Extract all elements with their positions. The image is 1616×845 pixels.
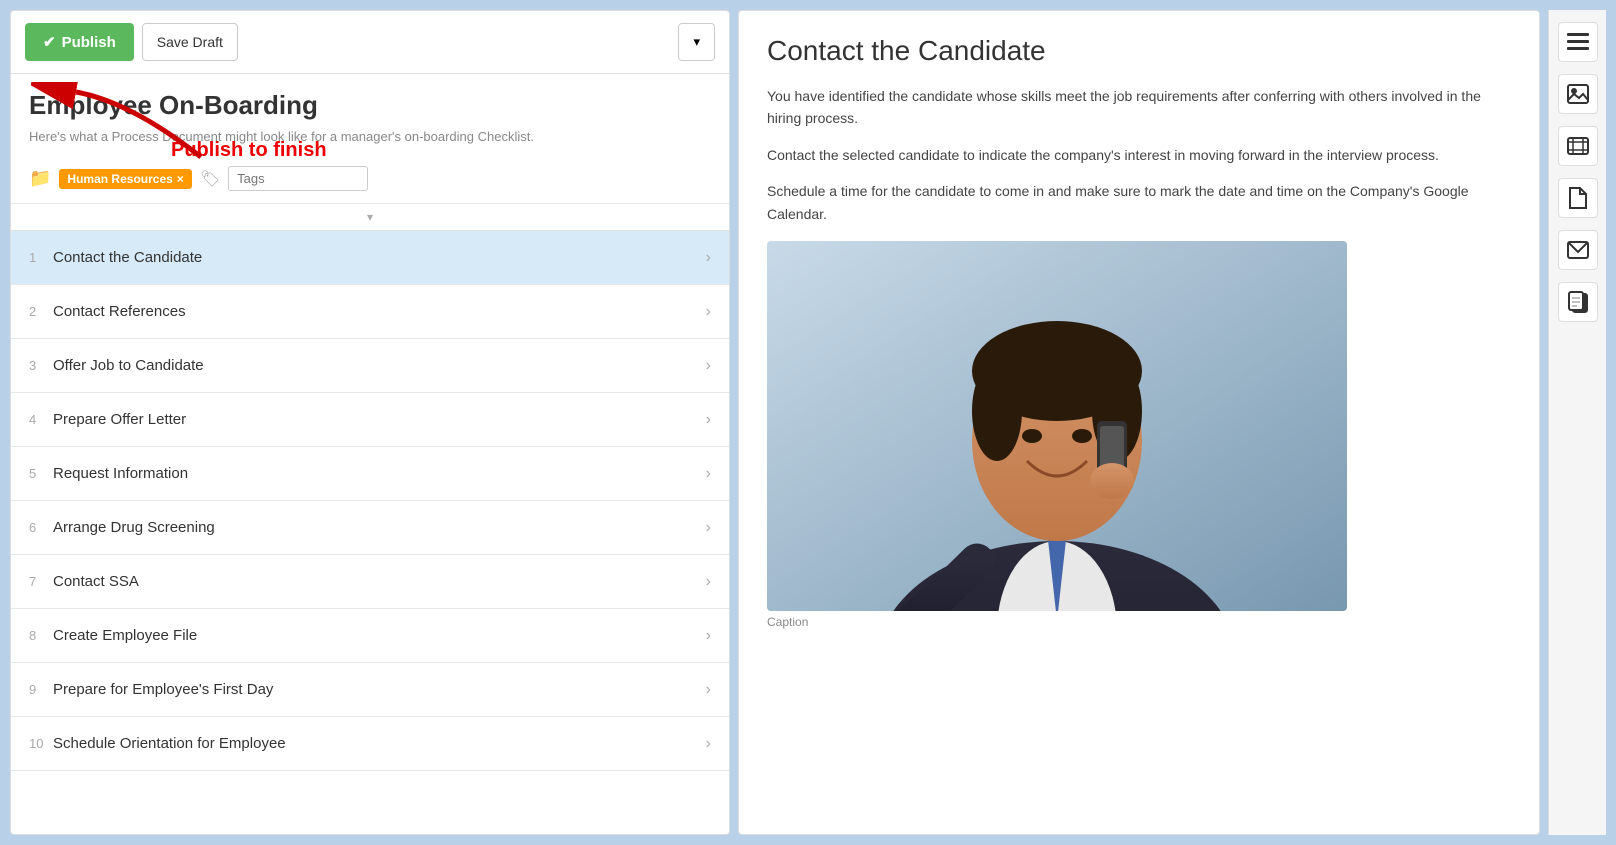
chevron-right-icon: › — [706, 249, 711, 267]
tags-input[interactable] — [228, 166, 368, 191]
item-number: 6 — [29, 520, 53, 535]
item-number: 5 — [29, 466, 53, 481]
content-image — [767, 241, 1347, 611]
item-label: Prepare for Employee's First Day — [53, 681, 706, 698]
content-paragraph: Contact the selected candidate to indica… — [767, 144, 1511, 166]
checkmark-icon: ✔ — [43, 33, 56, 51]
chevron-right-icon: › — [706, 627, 711, 645]
main-container: ✔ Publish Save Draft ▾ Employee On-Board… — [0, 0, 1616, 845]
content-paragraph: You have identified the candidate whose … — [767, 85, 1511, 130]
right-sidebar — [1548, 10, 1606, 835]
tag-label: Human Resources — [67, 172, 172, 186]
file-icon — [1569, 187, 1587, 209]
item-label: Prepare Offer Letter — [53, 411, 706, 428]
dropdown-button[interactable]: ▾ — [678, 23, 715, 61]
chevron-down-icon: ▾ — [693, 34, 700, 49]
item-number: 9 — [29, 682, 53, 697]
chevron-right-icon: › — [706, 465, 711, 483]
content-title: Contact the Candidate — [767, 35, 1511, 67]
doc-subtitle: Here's what a Process Document might loo… — [29, 129, 711, 144]
save-draft-label: Save Draft — [157, 34, 223, 50]
collapse-bar[interactable]: ▾ — [11, 203, 729, 230]
person-image-svg — [767, 241, 1347, 611]
checklist-item[interactable]: 2 Contact References › — [11, 285, 729, 339]
item-number: 4 — [29, 412, 53, 427]
checklist-item[interactable]: 10 Schedule Orientation for Employee › — [11, 717, 729, 771]
toolbar: ✔ Publish Save Draft ▾ — [11, 11, 729, 74]
image-icon-button[interactable] — [1558, 74, 1598, 114]
video-icon-button[interactable] — [1558, 126, 1598, 166]
item-label: Contact References — [53, 303, 706, 320]
item-label: Contact the Candidate — [53, 249, 706, 266]
image-caption: Caption — [767, 615, 1511, 629]
tag-remove-button[interactable]: × — [177, 172, 184, 186]
checklist-item[interactable]: 9 Prepare for Employee's First Day › — [11, 663, 729, 717]
copy-icon — [1568, 291, 1588, 313]
copy-icon-button[interactable] — [1558, 282, 1598, 322]
item-number: 10 — [29, 736, 53, 751]
tags-row: 📁 Human Resources × 🏷 — [11, 166, 729, 203]
menu-icon — [1567, 33, 1589, 51]
chevron-right-icon: › — [706, 681, 711, 699]
tag-badge: Human Resources × — [59, 169, 191, 189]
right-panel: Contact the Candidate You have identifie… — [738, 10, 1540, 835]
item-label: Request Information — [53, 465, 706, 482]
item-label: Arrange Drug Screening — [53, 519, 706, 536]
video-icon — [1567, 136, 1589, 156]
item-label: Contact SSA — [53, 573, 706, 590]
doc-header: Employee On-Boarding Here's what a Proce… — [11, 74, 729, 166]
item-number: 2 — [29, 304, 53, 319]
save-draft-button[interactable]: Save Draft — [142, 23, 238, 61]
tag-icon: 🏷 — [200, 169, 220, 189]
folder-icon: 📁 — [29, 168, 51, 189]
item-number: 3 — [29, 358, 53, 373]
item-label: Offer Job to Candidate — [53, 357, 706, 374]
chevron-right-icon: › — [706, 735, 711, 753]
left-panel: ✔ Publish Save Draft ▾ Employee On-Board… — [10, 10, 730, 835]
doc-header-wrapper: Employee On-Boarding Here's what a Proce… — [11, 74, 729, 166]
checklist-item[interactable]: 6 Arrange Drug Screening › — [11, 501, 729, 555]
content-paragraph: Schedule a time for the candidate to com… — [767, 180, 1511, 225]
image-icon — [1567, 84, 1589, 104]
item-number: 7 — [29, 574, 53, 589]
menu-icon-button[interactable] — [1558, 22, 1598, 62]
content-paragraphs: You have identified the candidate whose … — [767, 85, 1511, 225]
publish-label: Publish — [62, 34, 116, 51]
doc-title: Employee On-Boarding — [29, 90, 711, 121]
item-label: Schedule Orientation for Employee — [53, 735, 706, 752]
email-icon — [1567, 241, 1589, 259]
chevron-right-icon: › — [706, 411, 711, 429]
checklist-item[interactable]: 7 Contact SSA › — [11, 555, 729, 609]
checklist-item[interactable]: 3 Offer Job to Candidate › — [11, 339, 729, 393]
email-icon-button[interactable] — [1558, 230, 1598, 270]
checklist: 1 Contact the Candidate › 2 Contact Refe… — [11, 230, 729, 834]
item-number: 1 — [29, 250, 53, 265]
file-icon-button[interactable] — [1558, 178, 1598, 218]
content-area: Contact the Candidate You have identifie… — [739, 11, 1539, 834]
chevron-right-icon: › — [706, 357, 711, 375]
publish-button[interactable]: ✔ Publish — [25, 23, 134, 61]
chevron-right-icon: › — [706, 573, 711, 591]
checklist-item[interactable]: 1 Contact the Candidate › — [11, 231, 729, 285]
collapse-icon: ▾ — [367, 210, 373, 224]
chevron-right-icon: › — [706, 303, 711, 321]
item-label: Create Employee File — [53, 627, 706, 644]
checklist-item[interactable]: 5 Request Information › — [11, 447, 729, 501]
checklist-item[interactable]: 4 Prepare Offer Letter › — [11, 393, 729, 447]
item-number: 8 — [29, 628, 53, 643]
chevron-right-icon: › — [706, 519, 711, 537]
checklist-item[interactable]: 8 Create Employee File › — [11, 609, 729, 663]
